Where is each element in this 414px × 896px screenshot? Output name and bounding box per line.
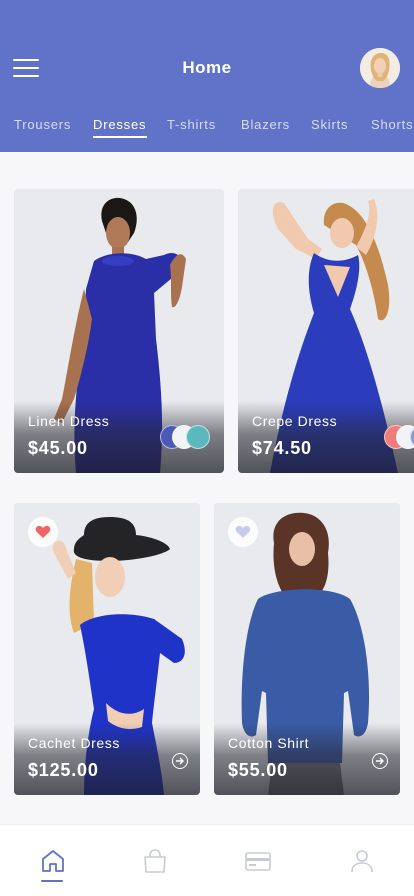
credit-card-icon [245, 852, 271, 871]
product-card[interactable]: Cachet Dress $125.00 [14, 503, 200, 795]
product-name: Cotton Shirt [228, 735, 310, 751]
user-profile-icon [351, 850, 373, 873]
user-avatar[interactable] [360, 48, 400, 88]
app-header: Home Trousers Dresses T-shirts Blazers S… [0, 0, 414, 152]
product-price: $74.50 [252, 438, 312, 458]
product-card[interactable]: Cotton Shirt $55.00 [214, 503, 400, 795]
product-price: $45.00 [28, 438, 88, 458]
color-swatches [384, 425, 414, 449]
home-icon [42, 850, 64, 872]
color-swatches [160, 425, 210, 449]
nav-active-indicator [41, 880, 63, 882]
nav-home[interactable] [39, 847, 67, 877]
nav-cart[interactable] [141, 847, 169, 877]
color-swatch[interactable] [186, 425, 210, 449]
tab-t-shirts[interactable]: T-shirts [167, 117, 216, 132]
product-name: Crepe Dress [252, 413, 338, 429]
bottom-navigation [0, 824, 414, 896]
tab-skirts[interactable]: Skirts [311, 117, 348, 132]
tab-shorts[interactable]: Shorts [371, 117, 413, 132]
product-name: Linen Dress [28, 413, 110, 429]
arrow-right-icon [176, 757, 184, 765]
view-product-button[interactable] [372, 753, 388, 769]
nav-payment[interactable] [244, 847, 272, 877]
heart-icon [235, 525, 251, 538]
heart-icon [35, 525, 51, 538]
favorite-button[interactable] [228, 517, 258, 547]
favorite-button[interactable] [28, 517, 58, 547]
active-tab-indicator [93, 136, 147, 138]
tab-dresses[interactable]: Dresses [93, 117, 146, 132]
product-price: $125.00 [28, 760, 99, 780]
page-title: Home [182, 58, 232, 77]
product-price: $55.00 [228, 760, 288, 780]
tab-trousers[interactable]: Trousers [14, 117, 71, 132]
product-name: Cachet Dress [28, 735, 121, 751]
product-card[interactable]: Linen Dress $45.00 [14, 189, 224, 473]
product-card[interactable]: Crepe Dress $74.50 [238, 189, 414, 473]
nav-profile[interactable] [348, 847, 376, 877]
tab-blazers[interactable]: Blazers [241, 117, 290, 132]
product-grid: Linen Dress $45.00 Crepe Dress $74.50 Ca… [0, 152, 414, 824]
view-product-button[interactable] [172, 753, 188, 769]
arrow-right-icon [376, 757, 384, 765]
shopping-bag-icon [144, 849, 166, 873]
